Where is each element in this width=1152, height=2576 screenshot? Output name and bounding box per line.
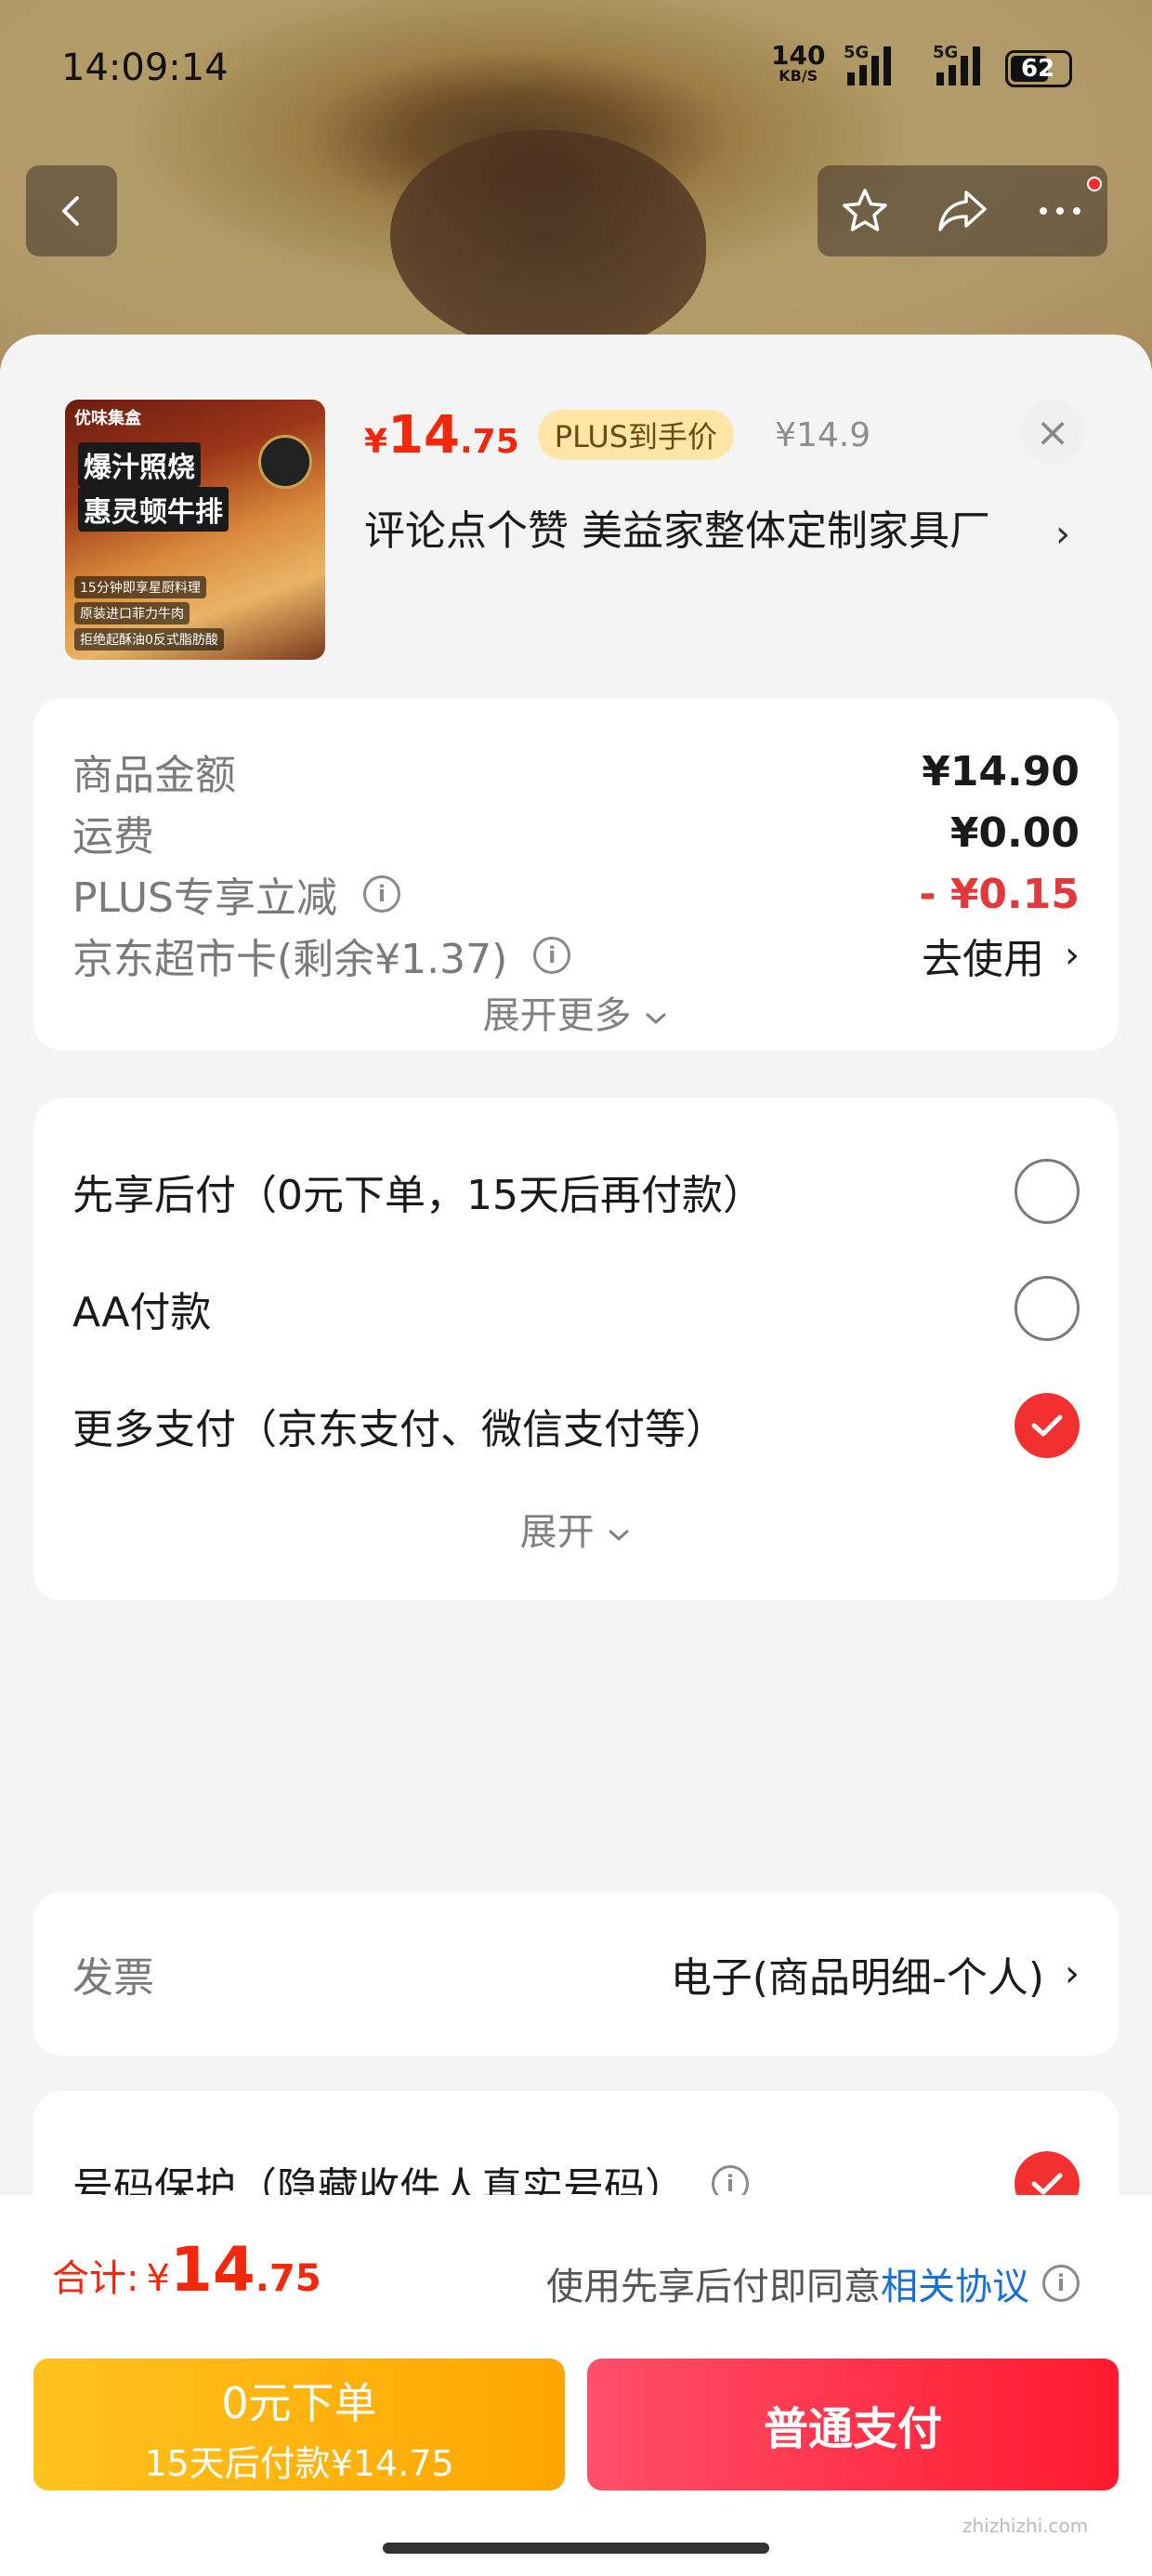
chevron-right-icon: ›	[1065, 1952, 1080, 1995]
thumb-brand: 优味集盒	[74, 409, 141, 428]
more-icon[interactable]	[1034, 185, 1086, 237]
payment-option-aa[interactable]: AA付款	[72, 1271, 1080, 1346]
zero-btn-subtitle: 15天后付款¥14.75	[144, 2443, 454, 2484]
network-speed: 140 KB/S	[771, 43, 825, 84]
check-icon	[1031, 1414, 1063, 1437]
original-price: ¥14.9	[775, 415, 871, 454]
watermark: zhizhizhi.com	[962, 2515, 1089, 2537]
payment-option-more-radio[interactable]	[1015, 1393, 1080, 1458]
invoice-label: 发票	[72, 1954, 154, 2002]
back-icon	[62, 196, 79, 226]
share-icon[interactable]	[935, 185, 990, 237]
plus-discount-label: PLUS专享立减	[72, 874, 337, 922]
thumb-line-2: 原装进口菲力牛肉	[74, 602, 190, 624]
plus-price: ¥14.75	[364, 405, 519, 466]
chevron-down-icon	[609, 1530, 629, 1542]
close-icon: ×	[1035, 408, 1070, 456]
check-icon	[1031, 2173, 1063, 2195]
thumb-line-1: 15分钟即享星厨料理	[74, 576, 206, 598]
shipping-value: ¥0.00	[949, 808, 1080, 857]
expand-more-label: 展开更多	[482, 994, 632, 1037]
product-thumbnail[interactable]: 优味集盒 爆汁照烧 惠灵顿牛排 15分钟即享星厨料理 原装进口菲力牛肉 拒绝起酥…	[65, 400, 325, 660]
top-actions	[818, 165, 1107, 256]
total-decimal: .75	[255, 2257, 321, 2300]
goods-amount-row: 商品金额 ¥14.90	[72, 743, 1080, 800]
expand-payment-button[interactable]: 展开	[33, 1502, 1119, 1556]
supermarket-card-action[interactable]: 去使用	[922, 926, 1044, 985]
plus-discount-value: - ¥0.15	[919, 870, 1080, 918]
total-label: 合计:	[52, 2257, 139, 2300]
payment-option-more[interactable]: 更多支付（京东支付、微信支付等）	[72, 1388, 1080, 1463]
price-currency: ¥	[364, 423, 388, 461]
close-button[interactable]: ×	[1020, 400, 1085, 465]
price-integer: 14	[387, 405, 460, 466]
status-bar: 14:09:14 140 KB/S 5G 5G 62	[0, 0, 1152, 139]
agreement-text: 使用先享后付即同意	[546, 2266, 881, 2308]
expand-payment-label: 展开	[519, 1511, 595, 1554]
price-decimal: .75	[460, 423, 519, 461]
invoice-row[interactable]: 发票 电子(商品明细-个人) ›	[72, 1946, 1080, 2002]
star-icon[interactable]	[839, 185, 891, 237]
notification-dot	[1087, 177, 1102, 191]
back-button[interactable]	[26, 165, 117, 256]
hero-photo-filling	[390, 130, 706, 353]
payment-option-bnpl-radio[interactable]	[1015, 1159, 1080, 1224]
shipping-row: 运费 ¥0.00	[72, 805, 1080, 861]
chevron-right-icon[interactable]: ›	[1055, 513, 1070, 556]
invoice-card[interactable]: 发票 电子(商品明细-个人) ›	[33, 1892, 1119, 2056]
payment-option-aa-radio[interactable]	[1015, 1276, 1080, 1341]
plus-discount-row: PLUS专享立减 i - ¥0.15	[72, 866, 1080, 923]
battery-icon: 62	[1005, 50, 1072, 87]
fee-card: 商品金额 ¥14.90 运费 ¥0.00 PLUS专享立减 i - ¥0.15 京…	[33, 699, 1119, 1050]
home-indicator[interactable]	[383, 2543, 769, 2554]
invoice-value: 电子(商品明细-个人)	[670, 1954, 1044, 2002]
product-summary: 优味集盒 爆汁照烧 惠灵顿牛排 15分钟即享星厨料理 原装进口菲力牛肉 拒绝起酥…	[0, 335, 1152, 688]
payment-option-aa-label: AA付款	[72, 1289, 212, 1336]
goods-amount-label: 商品金额	[72, 752, 236, 799]
signal-2-label: 5G	[933, 43, 959, 62]
agreement-note: 使用先享后付即同意 相关协议 i	[546, 2256, 1080, 2310]
info-icon[interactable]: i	[1042, 2265, 1080, 2302]
info-icon[interactable]: i	[533, 937, 571, 974]
thumb-line-3: 拒绝起酥油0反式脂肪酸	[74, 628, 224, 651]
info-icon[interactable]: i	[363, 875, 400, 913]
total-integer: 14	[169, 2234, 255, 2306]
agreement-link[interactable]: 相关协议	[881, 2256, 1029, 2310]
zero-yuan-order-button[interactable]: 0元下单 15天后付款¥14.75	[33, 2359, 565, 2491]
plus-price-tag: PLUS到手价	[537, 410, 735, 460]
supermarket-card-label: 京东超市卡(剩余¥1.37)	[72, 936, 508, 983]
payment-option-more-label: 更多支付（京东支付、微信支付等）	[72, 1406, 727, 1453]
payment-option-bnpl[interactable]: 先享后付（0元下单，15天后再付款）	[72, 1154, 1080, 1229]
quality-seal-icon	[258, 435, 312, 489]
payment-card: 先享后付（0元下单，15天后再付款） AA付款 更多支付（京东支付、微信支付等）…	[33, 1098, 1119, 1600]
thumb-title-1: 爆汁照烧	[78, 442, 201, 487]
signal-1-icon: 5G	[844, 43, 891, 85]
chevron-down-icon	[646, 1013, 666, 1025]
total-currency: ¥	[146, 2257, 170, 2300]
thumb-title-2: 惠灵顿牛排	[78, 487, 229, 532]
goods-amount-value: ¥14.90	[922, 747, 1080, 795]
signal-1-label: 5G	[844, 43, 870, 62]
supermarket-card-row[interactable]: 京东超市卡(剩余¥1.37) i 去使用 ›	[72, 927, 1080, 983]
zero-btn-title: 0元下单	[221, 2378, 377, 2428]
status-time: 14:09:14	[61, 46, 229, 89]
payment-option-bnpl-label: 先享后付（0元下单，15天后再付款）	[72, 1172, 764, 1219]
checkout-footer: 合计: ¥14.75 使用先享后付即同意 相关协议 i 0元下单 15天后付款¥14…	[0, 2195, 1152, 2576]
expand-more-button[interactable]: 展开更多	[33, 985, 1119, 1039]
network-speed-value: 140	[771, 40, 826, 71]
shop-name[interactable]: 评论点个赞 美益家整体定制家具厂	[364, 502, 1033, 561]
network-speed-unit: KB/S	[779, 67, 818, 85]
shipping-label: 运费	[72, 813, 154, 861]
signal-2-icon: 5G	[933, 43, 980, 85]
normal-pay-button[interactable]: 普通支付	[587, 2359, 1119, 2491]
chevron-right-icon: ›	[1065, 934, 1080, 977]
price-row: ¥14.75 PLUS到手价 ¥14.9	[364, 405, 871, 466]
order-total: 合计: ¥14.75	[52, 2234, 321, 2306]
battery-level: 62	[1021, 55, 1055, 83]
